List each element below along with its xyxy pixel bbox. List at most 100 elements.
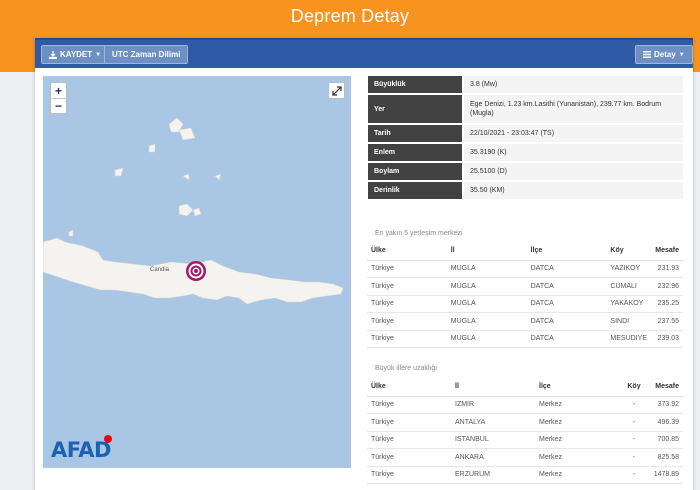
column-header: İl — [446, 242, 527, 261]
zoom-in-button[interactable]: + — [51, 83, 66, 98]
table-cell: 237.55 — [650, 312, 683, 331]
table-cell: DATCA — [526, 330, 607, 348]
detail-key: Boylam — [368, 163, 462, 180]
table-cell: ERZURUM — [451, 466, 535, 484]
table-header-row: Ülke İl İlçe Köy Mesafe — [367, 242, 683, 261]
detail-value: 35.3190 (K) — [462, 144, 683, 161]
column-header: Köy — [606, 242, 651, 261]
table-row: Türkiye IZMIR Merkez -373.92 — [367, 396, 683, 414]
detail-table: Büyüklük 3.8 (Mw) Yer Ege Denizi, 1.23 km.… — [368, 76, 683, 201]
detail-row-location: Yer Ege Denizi, 1.23 km.Lasithi (Yunanist… — [368, 95, 683, 123]
detail-key: Tarih — [368, 125, 462, 142]
table-cell: DATCA — [526, 312, 607, 331]
table-cell: Türkiye — [367, 277, 447, 296]
table-cell: 239.03 — [650, 330, 683, 348]
table-cell: Türkiye — [367, 330, 447, 348]
table-cell: 231.93 — [650, 260, 683, 278]
table-cell: Türkiye — [367, 295, 447, 313]
table-cell: CUMALI — [606, 277, 651, 296]
table-cell: ANKARA — [451, 448, 535, 467]
table-cell: MUGLA — [446, 312, 527, 331]
table-row: Türkiye MUGLA DATCA YAZIKOY 231.93 — [367, 260, 683, 278]
table-row: Türkiye MUGLA DATCA SINDI 237.55 — [367, 312, 683, 331]
column-header: Köy — [619, 378, 649, 397]
flag-icon — [104, 435, 112, 443]
column-header: Ülke — [367, 242, 447, 261]
save-button[interactable]: KAYDET ▼ — [41, 45, 110, 64]
table-cell: YAKAKOY — [606, 295, 651, 313]
caret-down-icon: ▼ — [95, 51, 102, 58]
table-cell: YAZIKOY — [606, 260, 651, 278]
detail-key: Yer — [368, 95, 462, 123]
zoom-control: + − — [50, 82, 67, 114]
column-header: İlçe — [535, 378, 619, 397]
table-cell: Türkiye — [367, 413, 451, 432]
table-cell: - — [619, 431, 649, 449]
column-header: Ülke — [367, 378, 451, 397]
table-cell: Türkiye — [367, 448, 451, 467]
afad-logo: AFAD — [51, 438, 111, 462]
detail-row-latitude: Enlem 35.3190 (K) — [368, 144, 683, 161]
table-cell: MESUDIYE — [606, 330, 651, 348]
table-cell: DATCA — [526, 295, 607, 313]
table-cell: Merkez — [535, 448, 619, 467]
timezone-button[interactable]: UTC Zaman Dilimi — [104, 45, 189, 64]
detail-key: Enlem — [368, 144, 462, 161]
table-cell: DATCA — [526, 277, 607, 296]
table-row: Türkiye MUGLA DATCA MESUDIYE 239.03 — [367, 330, 683, 348]
map[interactable]: + − Candia AFAD — [43, 76, 351, 468]
detail-row-magnitude: Büyüklük 3.8 (Mw) — [368, 76, 683, 93]
column-header: İlçe — [526, 242, 607, 261]
table-row: Türkiye MUGLA DATCA YAKAKOY 235.25 — [367, 295, 683, 313]
detail-row-depth: Derinlik 35.50 (KM) — [368, 182, 683, 199]
detail-key: Büyüklük — [368, 76, 462, 93]
detail-row-date: Tarih 22/10/2021 - 23:03:47 (TS) — [368, 125, 683, 142]
table-cell: Merkez — [535, 413, 619, 432]
table-row: Türkiye ANTALYA Merkez -496.39 — [367, 413, 683, 432]
table-cell: MUGLA — [446, 260, 527, 278]
table-cell: ANTALYA — [451, 413, 535, 432]
table-cell: 232.96 — [650, 277, 683, 296]
city-label: Candia — [150, 267, 170, 273]
save-button-label: KAYDET — [60, 50, 93, 59]
table-cell: 373.92 — [649, 396, 683, 414]
table-cell: 825.58 — [649, 448, 683, 467]
table-cell: 235.25 — [650, 295, 683, 313]
epicenter-marker-icon[interactable] — [185, 260, 207, 282]
detail-value: 3.8 (Mw) — [462, 76, 683, 93]
zoom-out-button[interactable]: − — [51, 98, 66, 113]
column-header: Mesafe — [649, 378, 683, 397]
fullscreen-button[interactable] — [328, 82, 345, 99]
table-row: Türkiye ISTANBUL Merkez -700.85 — [367, 431, 683, 449]
nearest-settlements-table: Ülke İl İlçe Köy Mesafe Türkiye MUGLA DATC… — [367, 242, 683, 348]
table-cell: - — [619, 396, 649, 414]
table-cell: Merkez — [535, 431, 619, 449]
detail-key: Derinlik — [368, 182, 462, 199]
table-cell: Türkiye — [367, 260, 447, 278]
toolbar: KAYDET ▼ UTC Zaman Dilimi Detay ▼ — [35, 38, 693, 68]
table-row: Türkiye ANKARA Merkez -825.58 — [367, 448, 683, 467]
major-cities-title: Büyük illere uzaklığı — [375, 365, 438, 372]
table-cell: - — [619, 466, 649, 484]
table-cell: SINDI — [606, 312, 651, 331]
table-cell: IZMIR — [451, 396, 535, 414]
table-cell: 496.39 — [649, 413, 683, 432]
caret-down-icon: ▼ — [678, 51, 685, 58]
detail-button[interactable]: Detay ▼ — [635, 45, 693, 64]
table-cell: DATCA — [526, 260, 607, 278]
table-row: Türkiye MUGLA DATCA CUMALI 232.96 — [367, 277, 683, 296]
table-cell: - — [619, 448, 649, 467]
detail-value: 22/10/2021 - 23:03:47 (TS) — [462, 125, 683, 142]
timezone-button-label: UTC Zaman Dilimi — [112, 50, 181, 59]
detail-panel: KAYDET ▼ UTC Zaman Dilimi Detay ▼ + − Ca… — [35, 38, 693, 490]
column-header: İl — [451, 378, 535, 397]
table-cell: MUGLA — [446, 277, 527, 296]
detail-value: 35.50 (KM) — [462, 182, 683, 199]
detail-value: Ege Denizi, 1.23 km.Lasithi (Yunanistan)… — [462, 95, 683, 123]
table-cell: MUGLA — [446, 330, 527, 348]
detail-button-label: Detay — [654, 50, 676, 59]
download-icon — [49, 50, 57, 59]
nearest-settlements-title: En yakın 5 yerleşim merkezi — [375, 230, 463, 237]
page-title: Deprem Detay — [290, 6, 410, 26]
table-cell: Türkiye — [367, 396, 451, 414]
